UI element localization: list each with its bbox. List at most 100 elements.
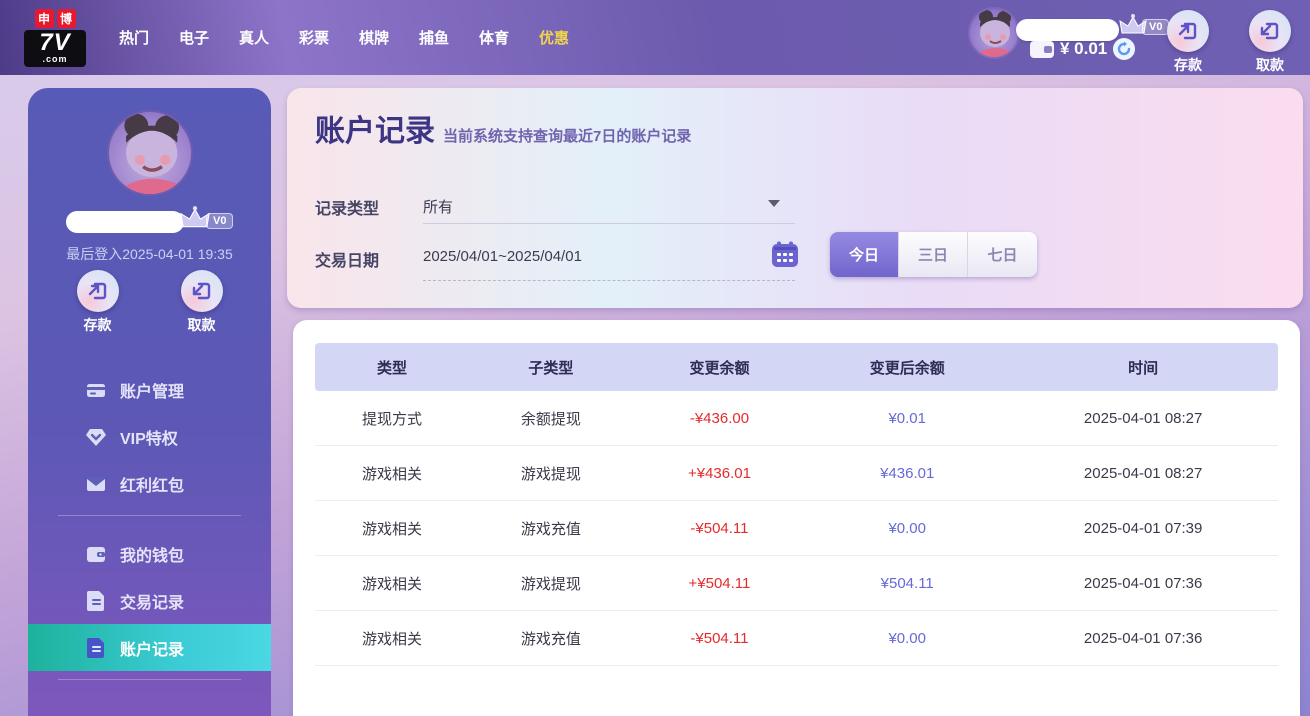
account-records-table: 类型 子类型 变更余额 变更后余额 时间 提现方式 余额提现 -¥436.00 … [315, 343, 1278, 666]
wallet-icon [85, 543, 107, 565]
date-label: 交易日期 [315, 253, 380, 270]
withdraw-button[interactable]: 取款 [1230, 10, 1310, 75]
withdraw-arrow-icon [1260, 22, 1279, 40]
row-subtype: 游戏充值 [520, 520, 581, 538]
sidebar-item-label: 交易记录 [120, 594, 185, 612]
sidebar-item-label: 我的钱包 [120, 547, 185, 565]
sidebar-item-red-packet[interactable]: 红利红包 [28, 460, 271, 507]
sidebar-withdraw-arrow-icon [192, 282, 210, 300]
sidebar-item-account-records[interactable]: 账户记录 [28, 624, 271, 671]
sidebar-divider [58, 515, 241, 516]
row-time: 2025-04-01 07:39 [1083, 519, 1203, 537]
sidebar-item-account-management[interactable]: 账户管理 [28, 366, 271, 413]
date-underline [423, 280, 795, 281]
card-icon [85, 379, 107, 401]
row-after-balance: ¥0.00 [888, 629, 926, 647]
nav-item-live[interactable]: 真人 [224, 27, 284, 48]
withdraw-label: 取款 [1256, 57, 1284, 73]
balance-row: ¥ 0.01 [1030, 38, 1136, 60]
column-header-change: 变更余额 [689, 359, 750, 377]
sidebar-deposit-button[interactable]: 存款 [58, 270, 138, 335]
column-header-after: 变更后余额 [869, 359, 945, 377]
sidebar-menu: 账户管理 VIP特权 红利红包 我的钱包 交易记录 账户记录 [28, 366, 271, 688]
row-after-balance: ¥0.01 [888, 409, 926, 427]
calendar-icon[interactable] [771, 241, 799, 268]
page-title: 账户记录 [315, 115, 435, 148]
site-logo[interactable]: 申 博 7V .com [24, 8, 86, 67]
range-button-today[interactable]: 今日 [830, 232, 899, 277]
sidebar-divider [58, 679, 241, 680]
date-input[interactable]: 2025/04/01~2025/04/01 [423, 248, 582, 265]
logo-main-text: 7V [39, 28, 71, 56]
row-after-balance: ¥436.01 [880, 464, 935, 482]
column-header-type: 类型 [377, 359, 408, 377]
record-type-select[interactable]: 所有 [423, 196, 453, 217]
sidebar: V0 最后登入2025-04-01 19:35 存款 取款 账户管理 VIP特权… [28, 88, 271, 716]
row-type: 游戏相关 [362, 465, 423, 483]
date-range-group: 今日 三日 七日 [830, 232, 1037, 277]
logo-badge-2: 博 [56, 8, 76, 28]
range-button-3days[interactable]: 三日 [899, 232, 968, 277]
record-type-label: 记录类型 [315, 201, 380, 218]
avatar[interactable] [968, 7, 1020, 59]
row-time: 2025-04-01 08:27 [1083, 409, 1203, 427]
nav-item-cards[interactable]: 棋牌 [344, 27, 404, 48]
last-login-text: 最后登入2025-04-01 19:35 [66, 246, 233, 262]
sidebar-withdraw-label: 取款 [187, 317, 216, 333]
sidebar-item-my-wallet[interactable]: 我的钱包 [28, 530, 271, 577]
document-icon-active [85, 637, 107, 659]
nav-item-sports[interactable]: 体育 [464, 27, 524, 48]
nav-item-promos[interactable]: 优惠 [524, 27, 584, 48]
row-type: 游戏相关 [362, 520, 423, 538]
sidebar-item-transaction-records[interactable]: 交易记录 [28, 577, 271, 624]
wallet-icon [1030, 40, 1054, 58]
deposit-button[interactable]: 存款 [1148, 10, 1228, 75]
sidebar-deposit-label: 存款 [83, 317, 112, 333]
row-type: 提现方式 [362, 410, 423, 428]
sidebar-item-label: 红利红包 [120, 477, 185, 495]
sidebar-item-label: 账户记录 [120, 641, 185, 659]
range-button-7days[interactable]: 七日 [968, 232, 1037, 277]
avatar-illustration [978, 10, 1014, 57]
row-subtype: 游戏提现 [520, 575, 581, 593]
row-time: 2025-04-01 07:36 [1083, 629, 1203, 647]
envelope-icon [85, 473, 107, 495]
sidebar-item-label: VIP特权 [120, 430, 178, 448]
account-records-table-card: 类型 子类型 变更余额 变更后余额 时间 提现方式 余额提现 -¥436.00 … [293, 320, 1300, 716]
chevron-down-icon[interactable] [768, 200, 780, 207]
sidebar-username-redacted [66, 211, 184, 233]
row-change-amount: -¥436.00 [689, 409, 750, 427]
logo-badge-1: 申 [34, 8, 54, 28]
logo-sub-text: .com [42, 53, 68, 64]
sidebar-withdraw-button[interactable]: 取款 [162, 270, 242, 335]
row-change-amount: +¥436.01 [687, 464, 751, 482]
table-row: 游戏相关 游戏提现 +¥436.01 ¥436.01 2025-04-01 08… [315, 446, 1278, 501]
row-after-balance: ¥0.00 [888, 519, 926, 537]
row-subtype: 余额提现 [520, 410, 581, 428]
sidebar-item-label: 账户管理 [120, 383, 185, 401]
refresh-icon [1118, 41, 1131, 56]
nav-item-hot[interactable]: 热门 [104, 27, 164, 48]
sidebar-actions: 存款 取款 [28, 270, 271, 335]
logo-box: 7V .com [24, 28, 86, 67]
logo-badges: 申 博 [24, 8, 86, 28]
record-type-underline [423, 223, 795, 224]
refresh-balance-button[interactable] [1113, 38, 1136, 60]
column-header-subtype: 子类型 [528, 359, 574, 377]
row-change-amount: -¥504.11 [690, 519, 749, 537]
sidebar-item-vip[interactable]: VIP特权 [28, 413, 271, 460]
column-header-time: 时间 [1128, 359, 1159, 377]
row-change-amount: -¥504.11 [690, 629, 749, 647]
nav-item-fishing[interactable]: 捕鱼 [404, 27, 464, 48]
row-type: 游戏相关 [362, 630, 423, 648]
table-row: 游戏相关 游戏充值 -¥504.11 ¥0.00 2025-04-01 07:3… [315, 501, 1278, 556]
row-subtype: 游戏充值 [520, 630, 581, 648]
row-change-amount: +¥504.11 [688, 574, 751, 592]
table-row: 游戏相关 游戏充值 -¥504.11 ¥0.00 2025-04-01 07:3… [315, 611, 1278, 666]
nav-item-lottery[interactable]: 彩票 [284, 27, 344, 48]
sidebar-avatar[interactable] [106, 110, 193, 196]
document-icon [85, 590, 107, 612]
nav-item-slots[interactable]: 电子 [164, 27, 224, 48]
table-header: 类型 子类型 变更余额 变更后余额 时间 [315, 343, 1278, 391]
table-row: 提现方式 余额提现 -¥436.00 ¥0.01 2025-04-01 08:2… [315, 391, 1278, 446]
